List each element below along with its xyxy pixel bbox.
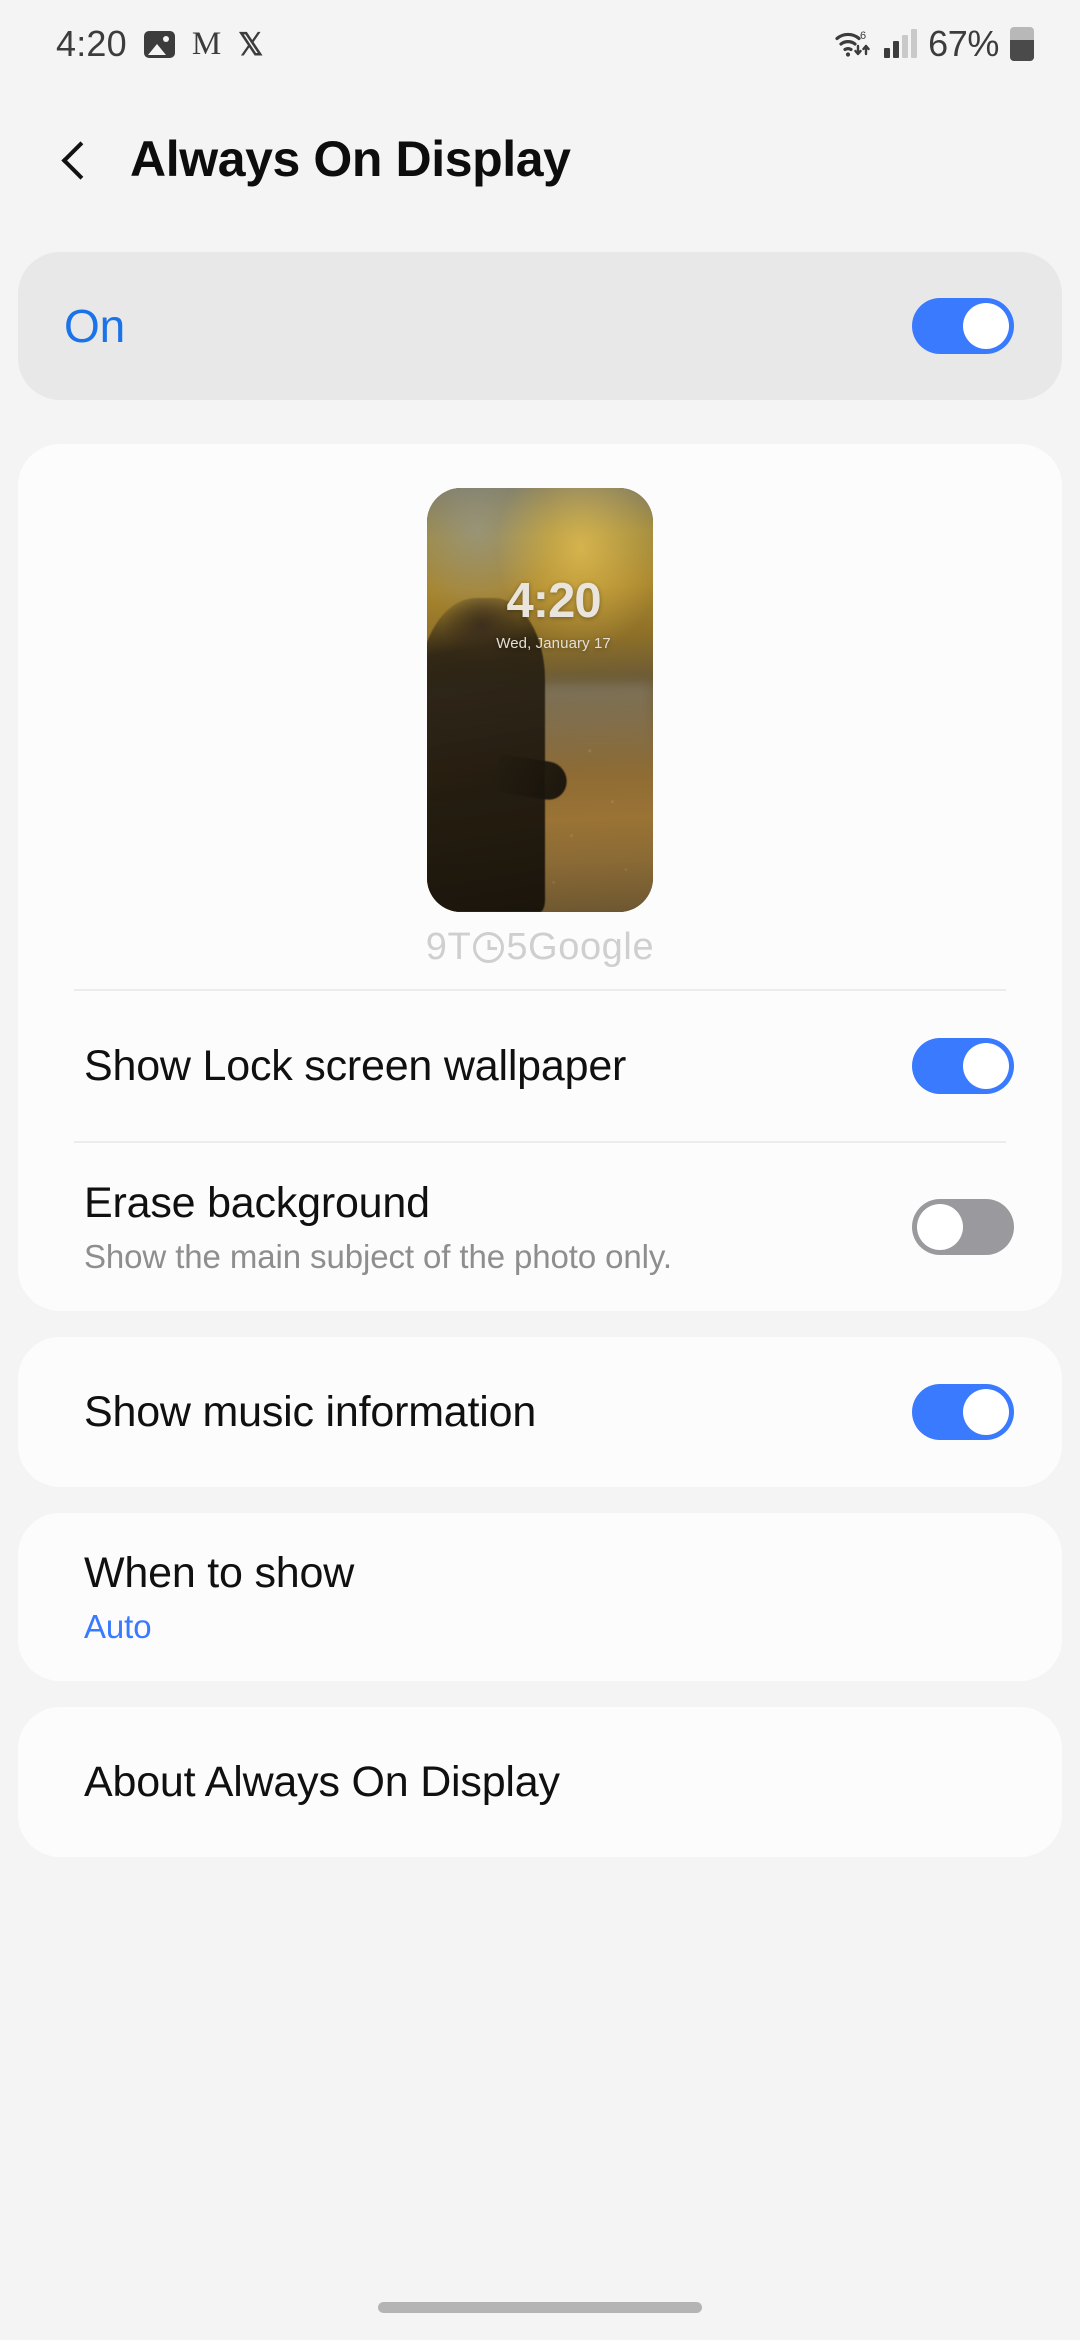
watermark-suffix: 5Google: [506, 926, 655, 968]
row-when-to-show[interactable]: When to show Auto: [18, 1513, 1062, 1681]
clock-icon: [473, 932, 505, 963]
master-switch-label: On: [64, 300, 125, 352]
row-title: When to show: [84, 1548, 355, 1597]
page-header: Always On Display: [0, 88, 1080, 230]
master-switch-toggle[interactable]: [912, 298, 1014, 354]
row-title: Erase background: [84, 1178, 430, 1227]
watermark-prefix: 9T: [425, 926, 472, 968]
svg-text:6: 6: [860, 30, 866, 42]
status-bar-right: 6 67%: [835, 23, 1034, 65]
about-card: About Always On Display: [18, 1707, 1062, 1857]
battery-icon: [1010, 27, 1034, 61]
home-indicator[interactable]: [378, 2301, 702, 2313]
preview-clock-widget: 4:20 Wed, January 17: [427, 574, 653, 653]
show-music-information-toggle[interactable]: [912, 1384, 1014, 1440]
preview-wallpaper-grain: [427, 488, 653, 912]
x-app-icon: 𝕏: [238, 26, 264, 62]
row-texts: When to show Auto: [84, 1549, 378, 1646]
watermark: 9T 5Google: [18, 912, 1062, 989]
row-erase-background[interactable]: Erase background Show the main subject o…: [18, 1143, 1062, 1311]
toggle-knob: [963, 1043, 1009, 1089]
toggle-knob: [963, 303, 1009, 349]
music-information-card: Show music information: [18, 1337, 1062, 1487]
photos-icon: [143, 30, 175, 58]
row-subtitle: Auto: [84, 1607, 152, 1645]
row-about-always-on-display[interactable]: About Always On Display: [18, 1707, 1062, 1857]
battery-percentage-label: 67%: [928, 23, 999, 64]
back-chevron-icon[interactable]: [56, 142, 90, 176]
when-to-show-card: When to show Auto: [18, 1513, 1062, 1681]
row-texts: Show Lock screen wallpaper: [84, 1042, 650, 1091]
status-bar-left: 4:20 M 𝕏: [56, 23, 263, 65]
show-lock-screen-wallpaper-toggle[interactable]: [912, 1038, 1014, 1094]
home-indicator-area: [0, 2274, 1080, 2340]
row-show-lock-screen-wallpaper[interactable]: Show Lock screen wallpaper: [18, 991, 1062, 1141]
row-texts: Show music information: [84, 1388, 560, 1437]
status-bar: 4:20 M 𝕏 6 67%: [0, 0, 1080, 88]
erase-background-toggle[interactable]: [912, 1199, 1014, 1255]
preview-clock-time: 4:20: [506, 574, 602, 629]
row-texts: Erase background Show the main subject o…: [84, 1179, 696, 1276]
aod-preview-thumbnail[interactable]: 4:20 Wed, January 17: [427, 488, 653, 912]
always-on-display-settings-screen: 4:20 M 𝕏 6 67% Always On Display On 4:20…: [0, 0, 1080, 2340]
master-switch-card[interactable]: On: [18, 252, 1062, 400]
page-title: Always On Display: [130, 131, 571, 187]
row-texts: About Always On Display: [84, 1758, 584, 1807]
row-subtitle: Show the main subject of the photo only.: [84, 1237, 672, 1275]
toggle-knob: [963, 1389, 1009, 1435]
cellular-signal-icon: [884, 29, 918, 58]
row-title: Show Lock screen wallpaper: [84, 1041, 627, 1090]
row-show-music-information[interactable]: Show music information: [18, 1337, 1062, 1487]
preview-and-wallpaper-card: 4:20 Wed, January 17 9T 5Google Show Loc…: [18, 444, 1062, 1311]
row-title: About Always On Display: [84, 1757, 560, 1806]
preview-clock-date: Wed, January 17: [496, 635, 611, 653]
row-title: Show music information: [84, 1387, 537, 1436]
gmail-icon: M: [191, 25, 222, 62]
toggle-knob: [917, 1204, 963, 1250]
status-bar-clock: 4:20: [56, 23, 127, 64]
wifi-6-icon: 6: [835, 28, 873, 60]
